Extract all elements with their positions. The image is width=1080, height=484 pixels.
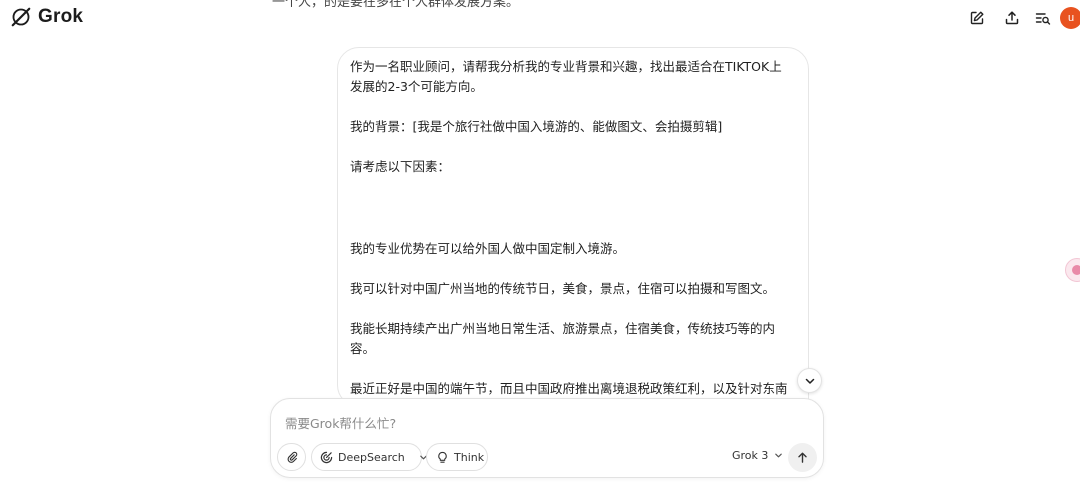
user-message-bubble: 作为一名职业顾问，请帮我分析我的专业背景和兴趣，找出最适合在TIKTOK上发展的… <box>337 47 809 407</box>
scroll-to-bottom-button[interactable] <box>797 368 822 393</box>
message-paragraph: 作为一名职业顾问，请帮我分析我的专业背景和兴趣，找出最适合在TIKTOK上发展的… <box>350 59 782 94</box>
model-selector[interactable]: Grok 3 <box>732 449 783 462</box>
think-toggle[interactable]: Think <box>426 443 488 471</box>
message-paragraph: 我的背景：[我是个旅行社做中国入境游的、能做图文、会拍摄剪辑] <box>350 119 723 134</box>
grok-logo-icon <box>11 7 31 27</box>
attach-button[interactable] <box>277 443 306 471</box>
paperclip-icon <box>287 451 297 463</box>
share-button[interactable] <box>997 3 1027 33</box>
floating-assistant-widget[interactable] <box>1065 258 1080 282</box>
think-label: Think <box>454 450 485 464</box>
chevron-down-icon <box>805 378 814 384</box>
arrow-up-icon <box>798 452 807 463</box>
deepsearch-icon <box>320 451 333 464</box>
user-avatar[interactable]: u <box>1060 7 1080 29</box>
upload-icon <box>1005 11 1019 25</box>
grok-logo[interactable]: Grok <box>10 6 83 28</box>
edit-icon <box>970 11 984 25</box>
app-name: Grok <box>38 6 84 27</box>
search-history-icon <box>1035 13 1051 25</box>
chevron-down-icon <box>775 453 783 458</box>
prompt-input[interactable] <box>285 413 805 433</box>
history-button[interactable] <box>1028 3 1058 33</box>
message-paragraph: 我能长期持续产出广州当地日常生活、旅游景点，住宿美食，传统技巧等的内容。 <box>350 321 776 356</box>
deepsearch-label: DeepSearch <box>338 450 405 464</box>
deepsearch-toggle[interactable]: DeepSearch <box>311 443 427 471</box>
lightbulb-icon <box>438 451 447 463</box>
message-paragraph: 我可以针对中国广州当地的传统节日，美食，景点，住宿可以拍摄和写图文。 <box>350 281 776 296</box>
new-chat-button[interactable] <box>962 3 992 33</box>
composer: DeepSearch Think Grok 3 <box>270 398 824 478</box>
message-paragraph: 我的专业优势在可以给外国人做中国定制入境游。 <box>350 241 626 256</box>
model-label: Grok 3 <box>732 449 769 462</box>
message-paragraph: 请考虑以下因素： <box>350 159 451 174</box>
previous-message-fragment: 一个人，的是要在多在个人群体发展方案。 <box>272 0 520 10</box>
send-button[interactable] <box>788 443 817 472</box>
empty-line <box>350 197 794 217</box>
widget-dot-icon <box>1072 265 1080 275</box>
